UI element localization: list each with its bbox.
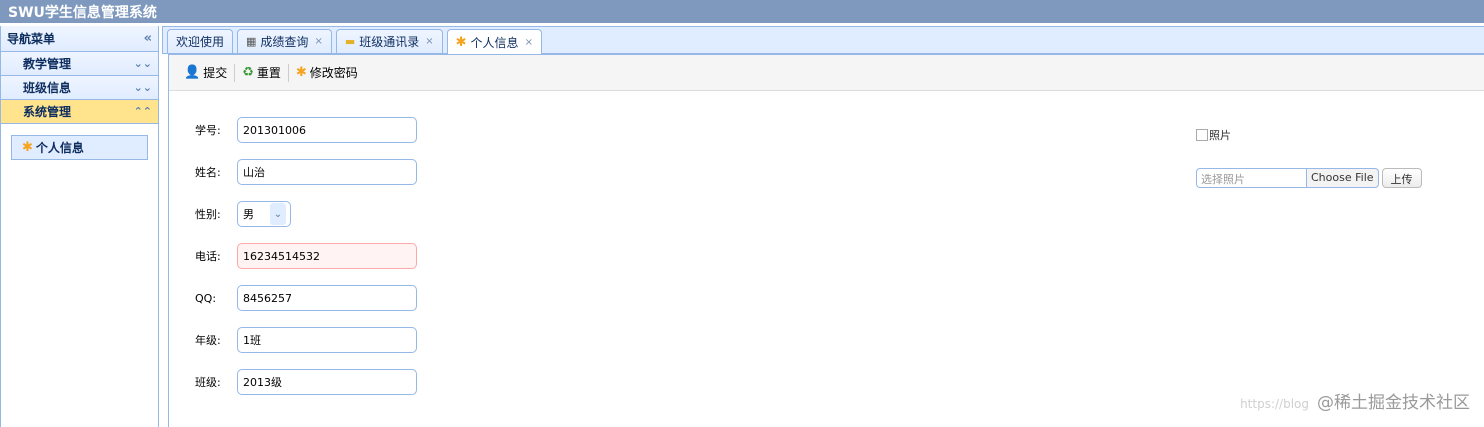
- name-field[interactable]: 山治: [237, 159, 417, 185]
- watermark-site: @稀土掘金技术社区: [1317, 393, 1470, 413]
- qq-field[interactable]: 8456257: [237, 285, 417, 311]
- student-id-field[interactable]: 201301006: [237, 117, 417, 143]
- app-title: SWU学生信息管理系统: [8, 5, 157, 21]
- tab-class-contacts[interactable]: ▬ 班级通讯录 ×: [335, 29, 443, 53]
- change-password-button[interactable]: ✱ 修改密码: [291, 64, 363, 81]
- toolbar-divider: [234, 63, 236, 82]
- photo-path-input[interactable]: 选择照片: [1196, 168, 1306, 188]
- submit-label: 提交: [203, 66, 228, 80]
- name-row: 姓名: 山治: [195, 159, 417, 185]
- gender-label: 性别:: [195, 208, 221, 221]
- double-chevron-left-icon[interactable]: «: [144, 31, 152, 46]
- broken-image-icon: [1196, 129, 1208, 141]
- class-row: 班级: 2013级: [195, 369, 417, 395]
- nav-header-title: 导航菜单: [7, 32, 56, 46]
- gender-value: 男: [243, 208, 254, 221]
- upload-button[interactable]: 上传: [1381, 168, 1422, 188]
- folder-icon: ▬: [344, 35, 356, 48]
- grade-label: 年级:: [195, 334, 221, 347]
- tab-grade-query[interactable]: ▦ 成绩查询 ×: [237, 29, 332, 53]
- name-label: 姓名:: [195, 166, 221, 179]
- sidebar-item-personal-info[interactable]: ✱ 个人信息: [11, 135, 148, 160]
- photo-preview: 照片: [1196, 127, 1231, 143]
- nav-section-system[interactable]: 系统管理 ⌃⌃: [1, 100, 158, 124]
- phone-row: 电话: 16234514532: [195, 243, 417, 269]
- choose-file-button[interactable]: Choose File: [1306, 168, 1379, 188]
- tab-label: 班级通讯录: [359, 35, 420, 49]
- nav-header: 导航菜单 «: [1, 26, 158, 52]
- user-icon: 👤: [184, 65, 201, 80]
- tab-label: 成绩查询: [260, 35, 309, 49]
- class-label: 班级:: [195, 376, 221, 389]
- table-icon: ▦: [246, 35, 257, 48]
- nav-section-body: ✱ 个人信息: [1, 124, 158, 171]
- puzzle-icon: ✱: [22, 140, 33, 155]
- close-icon[interactable]: ×: [525, 37, 533, 48]
- photo-upload: 选择照片 Choose File 上传: [1196, 168, 1422, 188]
- nav-section-label: 教学管理: [23, 57, 72, 71]
- tab-label: 个人信息: [470, 35, 519, 50]
- gender-row: 性别: 男 ⌄: [195, 201, 291, 227]
- qq-label: QQ:: [195, 291, 217, 305]
- phone-label: 电话:: [195, 250, 221, 263]
- watermark-url: https://blog: [1240, 397, 1309, 411]
- watermark: https://blog @稀土掘金技术社区: [1240, 388, 1470, 413]
- close-icon[interactable]: ×: [314, 36, 322, 47]
- qq-row: QQ: 8456257: [195, 285, 417, 311]
- nav-section-label: 班级信息: [23, 81, 72, 95]
- puzzle-icon: ✱: [295, 65, 307, 80]
- nav-section-teaching[interactable]: 教学管理 ⌄⌄: [1, 52, 158, 76]
- grade-row: 年级: 1班: [195, 327, 417, 353]
- student-id-label: 学号:: [195, 124, 221, 137]
- student-id-row: 学号: 201301006: [195, 117, 417, 143]
- nav-section-class-info[interactable]: 班级信息 ⌄⌄: [1, 76, 158, 100]
- sidebar: 导航菜单 « 教学管理 ⌄⌄ 班级信息 ⌄⌄ 系统管理 ⌃⌃ ✱ 个人信息: [0, 26, 159, 427]
- double-chevron-up-icon[interactable]: ⌃⌃: [134, 105, 152, 118]
- reset-button[interactable]: ♻ 重置: [237, 64, 286, 81]
- tab-panel: 👤 提交 ♻ 重置 ✱ 修改密码 学号: 201301006 姓名: 山治 性别…: [168, 54, 1484, 427]
- toolbar: 👤 提交 ♻ 重置 ✱ 修改密码: [169, 55, 1484, 91]
- main-content: 欢迎使用 ▦ 成绩查询 × ▬ 班级通讯录 × ✱ 个人信息 × 👤 提交 ♻: [162, 26, 1484, 427]
- double-chevron-down-icon[interactable]: ⌄⌄: [134, 57, 152, 70]
- tab-welcome[interactable]: 欢迎使用: [167, 29, 234, 53]
- change-password-label: 修改密码: [309, 66, 358, 80]
- tab-bar: 欢迎使用 ▦ 成绩查询 × ▬ 班级通讯录 × ✱ 个人信息 ×: [162, 26, 1484, 54]
- gender-select[interactable]: 男 ⌄: [237, 201, 291, 227]
- refresh-icon: ♻: [242, 65, 254, 80]
- personal-info-form: 学号: 201301006 姓名: 山治 性别: 男 ⌄ 电话: 1623451…: [169, 91, 1484, 427]
- submit-button[interactable]: 👤 提交: [179, 64, 232, 81]
- tab-personal-info[interactable]: ✱ 个人信息 ×: [446, 29, 542, 54]
- puzzle-icon: ✱: [455, 34, 467, 50]
- sidebar-item-label: 个人信息: [35, 141, 84, 155]
- photo-alt-text: 照片: [1209, 129, 1231, 142]
- close-icon[interactable]: ×: [425, 36, 433, 47]
- app-title-bar: SWU学生信息管理系统: [0, 0, 1484, 23]
- nav-section-label: 系统管理: [23, 105, 72, 119]
- reset-label: 重置: [256, 66, 281, 80]
- grade-field[interactable]: 1班: [237, 327, 417, 353]
- tab-label: 欢迎使用: [176, 35, 225, 49]
- double-chevron-down-icon[interactable]: ⌄⌄: [134, 81, 152, 94]
- chevron-down-icon[interactable]: ⌄: [270, 203, 286, 225]
- class-field[interactable]: 2013级: [237, 369, 417, 395]
- phone-field[interactable]: 16234514532: [237, 243, 417, 269]
- toolbar-divider: [287, 63, 289, 82]
